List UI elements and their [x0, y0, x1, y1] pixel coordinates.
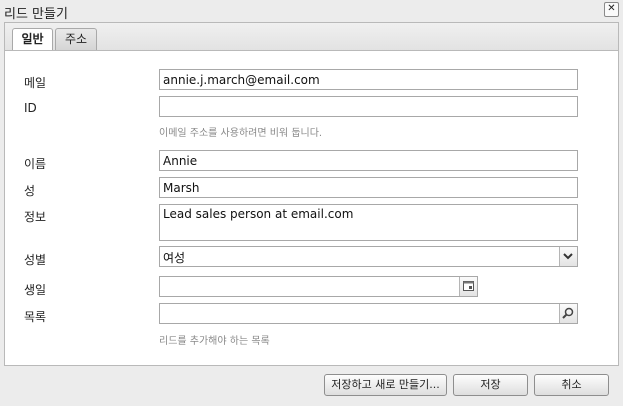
list-help-text: 리드를 추가해야 하는 목록 [159, 336, 270, 347]
dialog-title: 리드 만들기 [4, 7, 68, 22]
gender-value: 여성 [163, 251, 186, 265]
date-picker-trigger[interactable] [459, 277, 477, 296]
birthday-field[interactable] [159, 276, 478, 297]
gender-dropdown-trigger[interactable] [559, 247, 577, 266]
birthday-label: 생일 [24, 283, 47, 297]
tab-general[interactable]: 일반 [12, 28, 53, 52]
list-search-trigger[interactable] [559, 304, 577, 323]
id-help-text: 이메일 주소를 사용하려면 비워 둡니다. [159, 128, 323, 139]
last-name-field[interactable] [159, 177, 578, 198]
tab-address-label: 주소 [64, 32, 88, 46]
first-name-field[interactable] [159, 150, 578, 171]
id-label: ID [24, 101, 37, 115]
chevron-down-icon [563, 253, 573, 260]
cancel-button[interactable]: 취소 [534, 374, 609, 396]
title-bar: 리드 만들기 ✕ [0, 0, 623, 22]
save-and-new-button[interactable]: 저장하고 새로 만들기... [324, 374, 447, 396]
email-label: 메일 [24, 76, 47, 90]
calendar-icon [463, 281, 474, 291]
search-icon [562, 307, 574, 319]
gender-select[interactable]: 여성 [159, 246, 578, 267]
id-field[interactable] [159, 96, 578, 117]
save-button[interactable]: 저장 [453, 374, 528, 396]
gender-label: 성별 [24, 253, 47, 267]
list-field[interactable] [159, 303, 578, 324]
tab-general-label: 일반 [21, 32, 44, 46]
tab-strip: 일반 주소 [4, 22, 619, 52]
tab-address[interactable]: 주소 [55, 28, 97, 51]
close-button[interactable]: ✕ [604, 2, 619, 17]
info-textarea[interactable]: Lead sales person at email.com [159, 204, 578, 241]
first-name-label: 이름 [24, 157, 47, 171]
info-label: 정보 [24, 210, 47, 224]
last-name-label: 성 [24, 184, 36, 198]
list-label: 목록 [24, 310, 47, 324]
email-field[interactable] [159, 69, 578, 90]
